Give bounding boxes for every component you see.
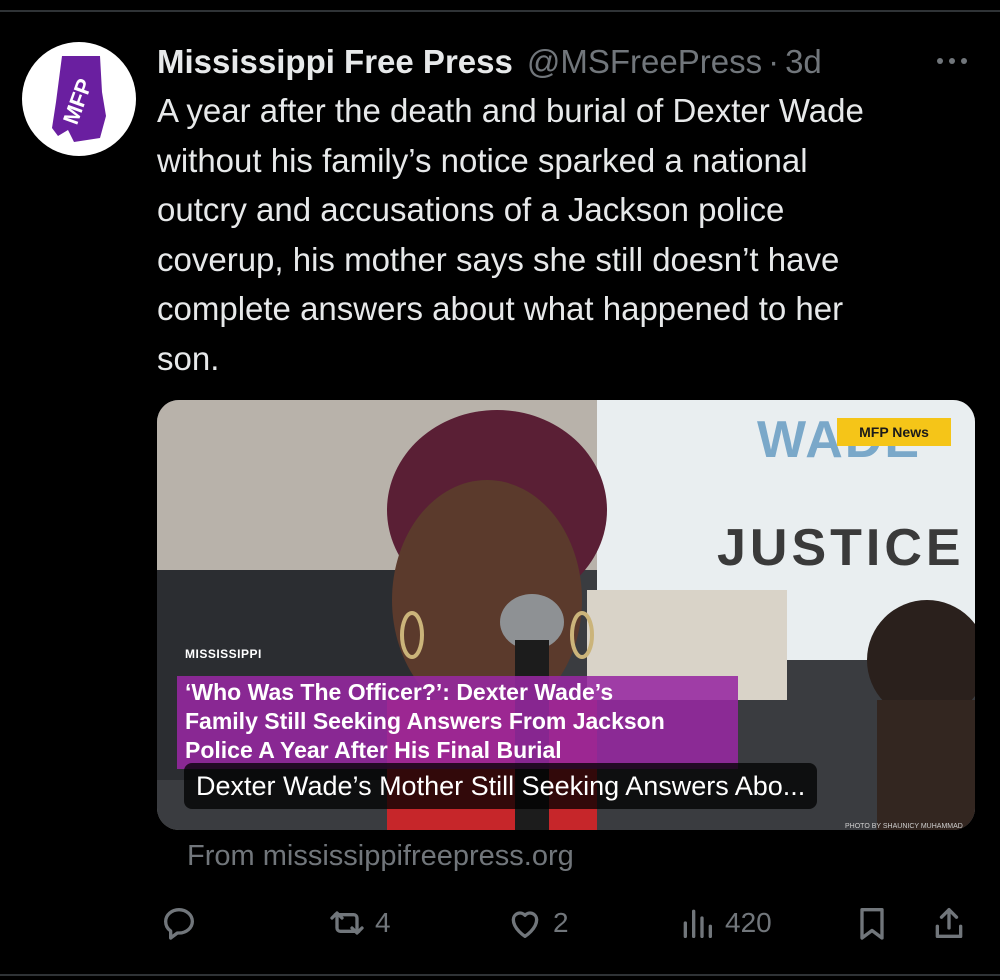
post-text-line: without his family’s notice sparked a na… (157, 141, 808, 179)
reply-icon (163, 908, 194, 940)
repost-count: 4 (375, 907, 391, 938)
share-icon (935, 908, 963, 938)
post-text-line: son. (157, 339, 220, 377)
bookmark-icon (860, 908, 884, 940)
photo-credit: PHOTO BY SHAUNICY MUHAMMAD (845, 823, 963, 830)
headline-line: Family Still Seeking Answers From Jackso… (185, 708, 665, 734)
heart-icon (511, 911, 539, 938)
headline-line: Police A Year After His Final Burial (185, 737, 562, 763)
post-text-line: A year after the death and burial of Dex… (157, 92, 864, 129)
views-button[interactable]: 420 (677, 895, 772, 951)
more-options-icon[interactable] (932, 46, 972, 76)
like-count: 2 (553, 907, 569, 938)
avatar[interactable]: MFP (22, 42, 136, 156)
author-name[interactable]: Mississippi Free Press (157, 43, 513, 81)
reply-button[interactable] (159, 895, 199, 951)
post-text: A year after the death and burial of Dex… (157, 86, 987, 383)
link-card[interactable]: WADE JUSTICE MFP News MISSISSIPPI ‘Who W… (157, 400, 975, 830)
repost-button[interactable]: 4 (327, 895, 391, 951)
share-button[interactable] (929, 895, 969, 951)
top-divider (0, 10, 1000, 12)
card-brand-label: MISSISSIPPI (185, 647, 262, 661)
card-headline: ‘Who Was The Officer?’: Dexter Wade’s Fa… (177, 676, 738, 769)
like-button[interactable]: 2 (505, 895, 569, 951)
card-source-link[interactable]: From mississippifreepress.org (187, 840, 574, 873)
views-count: 420 (725, 907, 772, 938)
post-actions: 4 2 420 (157, 895, 987, 951)
author-handle[interactable]: @MSFreePress (527, 43, 762, 81)
post-header: Mississippi Free Press @MSFreePress · 3d (157, 40, 822, 84)
mfp-news-badge: MFP News (837, 418, 951, 446)
mfp-logo-icon: MFP (52, 56, 106, 142)
post-text-line: outcry and accusations of a Jackson poli… (157, 191, 785, 228)
repost-icon (330, 911, 364, 935)
post-text-line: coverup, his mother says she still doesn… (157, 240, 840, 278)
card-caption[interactable]: Dexter Wade’s Mother Still Seeking Answe… (184, 763, 818, 809)
headline-line: ‘Who Was The Officer?’: Dexter Wade’s (185, 679, 614, 705)
post-text-line: complete answers about what happened to … (157, 290, 844, 327)
views-icon (683, 909, 712, 938)
post-time[interactable]: 3d (785, 43, 822, 81)
bottom-divider (0, 974, 1000, 976)
separator: · (768, 43, 780, 80)
sign-text-justice: JUSTICE (717, 519, 965, 577)
bookmark-button[interactable] (852, 895, 892, 951)
